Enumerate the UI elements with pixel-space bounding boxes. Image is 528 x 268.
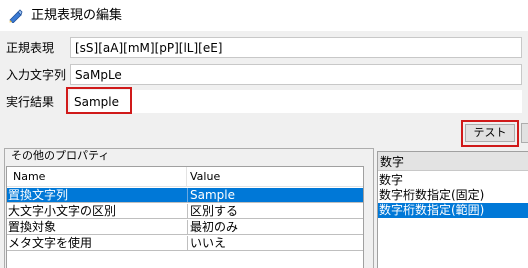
title-bar: 正規表現の編集 xyxy=(0,0,528,31)
list-item[interactable]: 数字桁数指定(範囲) xyxy=(378,203,528,218)
list-item[interactable]: 数字桁数指定(固定) xyxy=(378,188,528,203)
regex-input[interactable]: [sS][aA][mM][pP][lL][eE] xyxy=(70,37,522,58)
test-button-highlight-box xyxy=(461,120,519,147)
property-name: 大文字小文字の区別 xyxy=(8,204,117,218)
property-name: 置換対象 xyxy=(8,220,57,234)
property-row[interactable]: メタ文字を使用 いいえ xyxy=(7,236,363,251)
property-row[interactable]: 置換文字列 Sample xyxy=(7,188,363,203)
property-row[interactable]: 置換対象 最初のみ xyxy=(7,220,363,235)
result-label: 実行結果 xyxy=(6,95,55,109)
properties-group-title: その他のプロパティ xyxy=(10,149,111,162)
properties-grid-header xyxy=(7,167,363,187)
column-header-name[interactable]: Name xyxy=(13,171,45,183)
app-icon xyxy=(9,9,23,24)
result-highlight-box xyxy=(66,87,132,114)
column-header-value[interactable]: Value xyxy=(190,171,220,183)
property-value: Sample xyxy=(187,188,360,202)
pattern-list-header-label: 数字 xyxy=(380,155,405,169)
property-value: 最初のみ xyxy=(187,220,360,234)
column-divider[interactable] xyxy=(186,167,187,187)
result-field xyxy=(70,90,522,113)
property-value: いいえ xyxy=(187,236,360,250)
regex-label: 正規表現 xyxy=(6,41,55,55)
secondary-button[interactable] xyxy=(521,123,528,143)
properties-scrollbar[interactable] xyxy=(364,166,373,268)
property-value: 区別する xyxy=(187,204,360,218)
window-title: 正規表現の編集 xyxy=(31,8,123,23)
input-string-field[interactable]: SaMpLe xyxy=(70,64,522,85)
property-name: メタ文字を使用 xyxy=(8,236,93,250)
property-name: 置換文字列 xyxy=(8,188,69,202)
input-string-label: 入力文字列 xyxy=(6,68,67,82)
list-item[interactable]: 数字 xyxy=(378,173,528,188)
property-row[interactable]: 大文字小文字の区別 区別する xyxy=(7,204,363,219)
